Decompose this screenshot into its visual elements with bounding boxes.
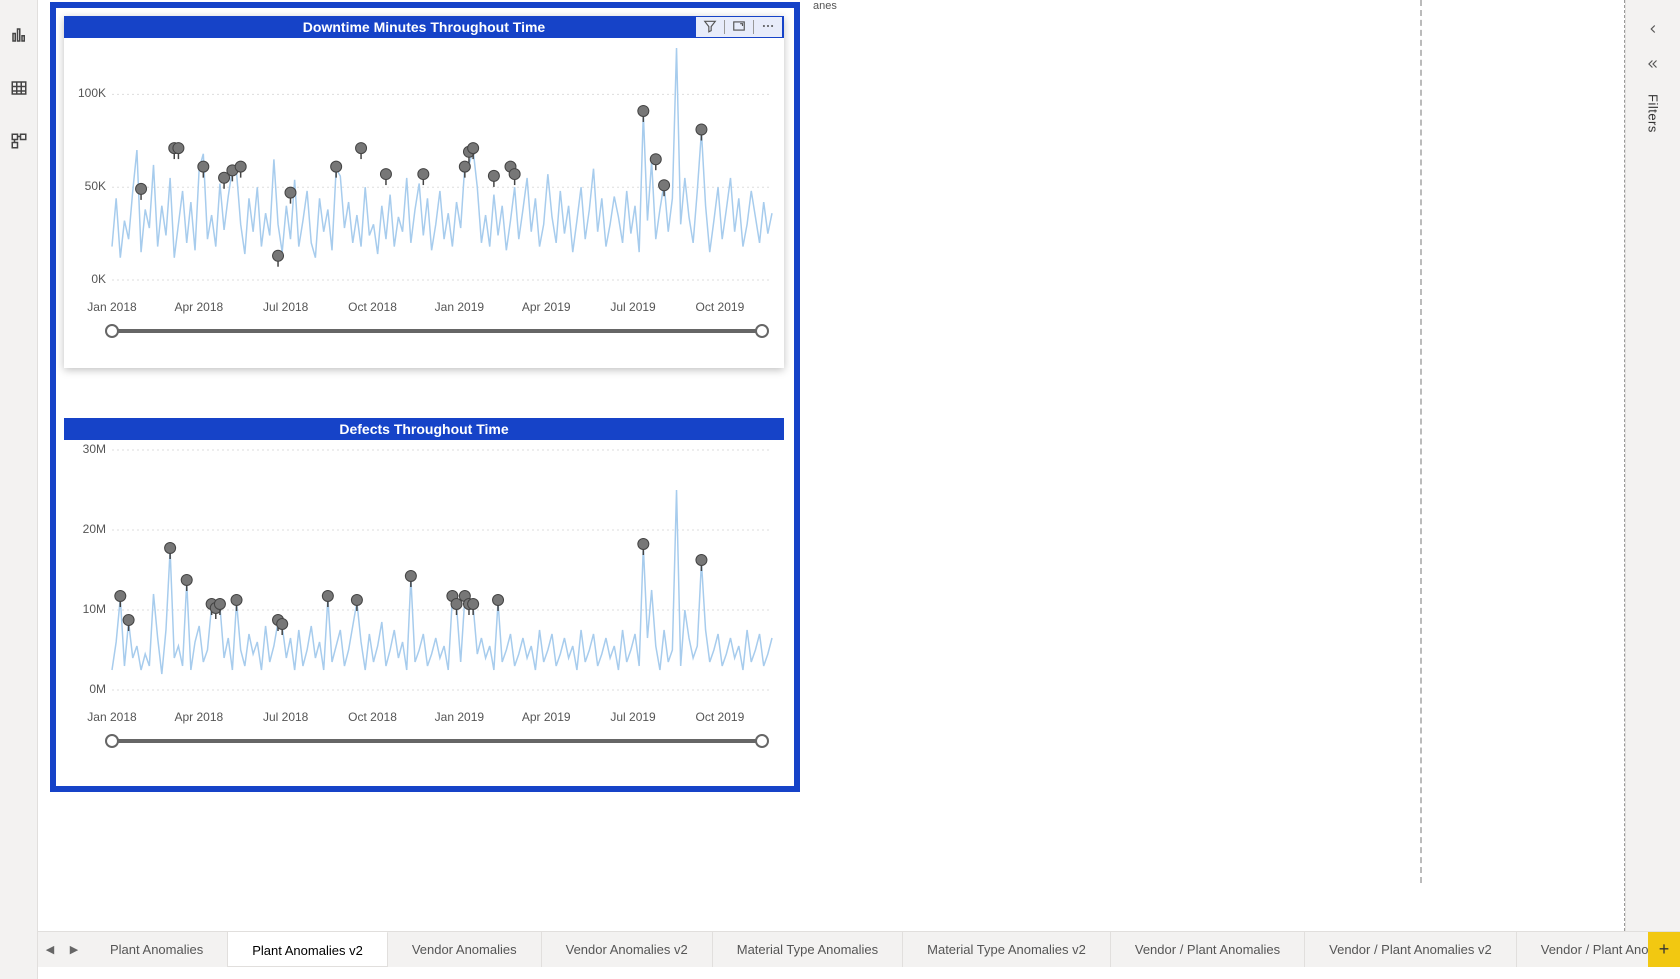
page-tab[interactable]: Vendor Anomalies v2 (542, 932, 713, 967)
slider-handle-left[interactable] (105, 734, 119, 748)
anomaly-marker[interactable] (351, 595, 362, 612)
y-tick-label: 30M (66, 442, 106, 456)
anomaly-marker[interactable] (123, 615, 134, 632)
x-tick-label: Jan 2018 (87, 300, 136, 314)
x-tick-label: Apr 2018 (174, 710, 223, 724)
slider-handle-right[interactable] (755, 324, 769, 338)
more-options-icon[interactable] (758, 18, 778, 36)
anomaly-marker[interactable] (493, 595, 504, 612)
anomaly-marker[interactable] (165, 543, 176, 560)
time-range-slider[interactable] (112, 734, 762, 748)
report-canvas: anes Downtime Minutes Throughout Time (38, 0, 1625, 931)
anomaly-marker[interactable] (459, 161, 470, 178)
chart-title-text: Defects Throughout Time (339, 421, 508, 437)
x-tick-label: Jul 2019 (610, 710, 655, 724)
anomaly-marker[interactable] (418, 169, 429, 186)
canvas-boundary-dashed (854, 0, 1422, 883)
x-tick-label: Apr 2019 (522, 710, 571, 724)
chart-title: Downtime Minutes Throughout Time (64, 16, 784, 38)
chart-plot-area: 0M 10M 20M 30M Jan 2018 Apr 2018 Jul 2018 Oct … (64, 440, 784, 752)
add-page-button[interactable]: + (1648, 932, 1680, 967)
y-tick-label: 0K (66, 272, 106, 286)
x-tick-label: Jan 2018 (87, 710, 136, 724)
x-tick-label: Oct 2018 (348, 300, 397, 314)
slider-handle-right[interactable] (755, 734, 769, 748)
page-tab[interactable]: Vendor / Plant Anomalies (1111, 932, 1305, 967)
focus-mode-icon[interactable] (729, 18, 749, 36)
chart-title: Defects Throughout Time (64, 418, 784, 440)
time-range-slider[interactable] (112, 324, 762, 338)
anomaly-marker[interactable] (488, 170, 499, 187)
chart-plot-area: 0K 50K 100K Jan 2018 Apr 2018 Jul 2018 Oct 20… (64, 38, 784, 342)
filter-icon[interactable] (700, 18, 720, 36)
x-tick-label: Jul 2018 (263, 300, 308, 314)
x-tick-label: Jul 2018 (263, 710, 308, 724)
anomaly-marker[interactable] (380, 169, 391, 186)
filters-pane-collapsed: Filters (1625, 0, 1680, 931)
slider-handle-left[interactable] (105, 324, 119, 338)
x-tick-label: Jul 2019 (610, 300, 655, 314)
page-tab-bar: ◀ ▶ Plant AnomaliesPlant Anomalies v2Ven… (38, 931, 1680, 967)
page-tab[interactable]: Vendor / Plant Ano (1517, 932, 1648, 967)
anomaly-marker[interactable] (285, 187, 296, 204)
visual-group-selection: Downtime Minutes Throughout Time (50, 2, 800, 792)
expand-pane-icon[interactable] (1642, 18, 1664, 43)
x-tick-label: Oct 2018 (348, 710, 397, 724)
y-tick-label: 10M (66, 602, 106, 616)
tab-scroll-right-icon[interactable]: ▶ (62, 932, 86, 967)
page-tab[interactable]: Plant Anomalies (86, 932, 228, 967)
watermark-truncated: anes (813, 0, 837, 12)
anomaly-marker[interactable] (231, 595, 242, 612)
filters-pane-label: Filters (1646, 94, 1661, 133)
page-tab[interactable]: Vendor Anomalies (388, 932, 542, 967)
visual-defects[interactable]: Defects Throughout Time 0M 10M 20M 30M Jan … (64, 418, 784, 778)
visual-downtime[interactable]: Downtime Minutes Throughout Time (64, 16, 784, 368)
anomaly-marker[interactable] (696, 555, 707, 572)
y-tick-label: 0M (66, 682, 106, 696)
page-tab[interactable]: Material Type Anomalies v2 (903, 932, 1111, 967)
anomaly-marker[interactable] (451, 599, 462, 616)
x-tick-label: Oct 2019 (696, 710, 745, 724)
status-bar (38, 967, 44, 979)
expand-filters-icon[interactable] (1642, 53, 1664, 78)
anomaly-marker[interactable] (115, 591, 126, 608)
model-view-icon[interactable] (4, 126, 34, 159)
anomaly-marker[interactable] (405, 571, 416, 588)
page-tab[interactable]: Material Type Anomalies (713, 932, 903, 967)
anomaly-marker[interactable] (696, 124, 707, 140)
report-view-icon[interactable] (4, 20, 34, 53)
anomaly-marker[interactable] (638, 105, 649, 122)
tab-scroll-left-icon[interactable]: ◀ (38, 932, 62, 967)
view-switch-rail (0, 0, 38, 979)
anomaly-marker[interactable] (356, 143, 367, 160)
y-tick-label: 20M (66, 522, 106, 536)
x-tick-label: Oct 2019 (696, 300, 745, 314)
anomaly-marker[interactable] (181, 575, 192, 592)
page-tab[interactable]: Vendor / Plant Anomalies v2 (1305, 932, 1517, 967)
chart-title-text: Downtime Minutes Throughout Time (303, 19, 545, 35)
x-tick-label: Jan 2019 (435, 300, 484, 314)
anomaly-marker[interactable] (638, 539, 649, 556)
page-tab[interactable]: Plant Anomalies v2 (228, 932, 388, 967)
anomaly-marker[interactable] (277, 619, 288, 636)
anomaly-marker[interactable] (509, 169, 520, 186)
anomaly-marker[interactable] (273, 250, 284, 267)
x-tick-label: Apr 2019 (522, 300, 571, 314)
anomaly-marker[interactable] (659, 180, 670, 197)
y-tick-label: 100K (66, 86, 106, 100)
x-tick-label: Jan 2019 (435, 710, 484, 724)
data-view-icon[interactable] (4, 73, 34, 106)
anomaly-marker[interactable] (322, 591, 333, 608)
x-tick-label: Apr 2018 (174, 300, 223, 314)
anomaly-marker[interactable] (136, 183, 147, 200)
visual-header-toolbar (696, 17, 782, 37)
y-tick-label: 50K (66, 179, 106, 193)
